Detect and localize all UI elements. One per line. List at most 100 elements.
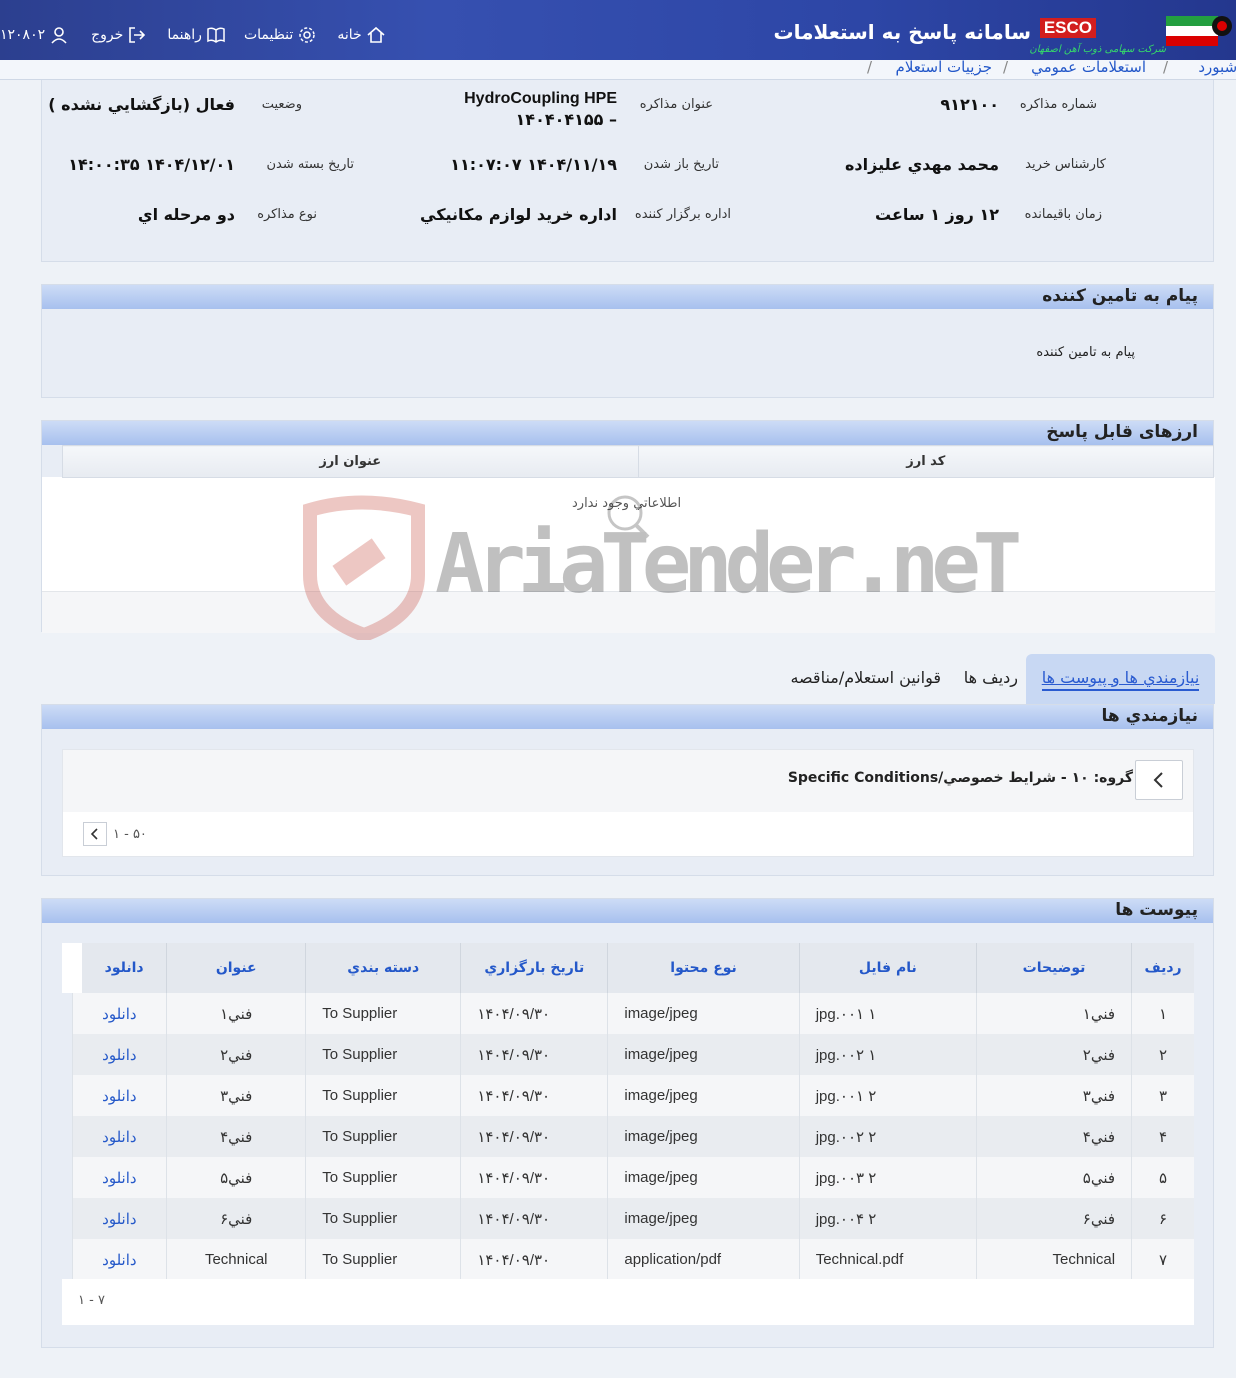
pager-range: ۱ - ۵۰: [113, 826, 147, 842]
cell-download-link[interactable]: دانلود: [71, 993, 167, 1034]
column-header-file-name[interactable]: نام فايل: [798, 943, 977, 993]
pager-range: ۱ - ۷: [78, 1293, 105, 1308]
value-negotiation-title: HydroCoupling HPE: [464, 90, 617, 107]
cell-download-link[interactable]: دانلود: [71, 1034, 167, 1075]
cell-row-number: ۷: [1131, 1239, 1194, 1280]
column-header-category[interactable]: دسته بندي: [305, 943, 461, 993]
tab-requirements-attachments[interactable]: نيازمندي ها و پيوست ها: [1026, 654, 1215, 704]
breadcrumb-inquiry-details[interactable]: جزييات استعلام: [896, 58, 992, 76]
table-row: ۱ فني۱ jpg.۰۰۱ ۱ image/jpeg ۱۴۰۴/۰۹/۳۰ To Sup…: [71, 993, 1194, 1034]
label-status: وضعيت: [261, 97, 302, 112]
cell-category: To Supplier: [305, 993, 461, 1034]
cell-content-type: application/pdf: [607, 1239, 800, 1280]
cell-download-link[interactable]: دانلود: [71, 1075, 167, 1116]
settings-link[interactable]: تنظیمات: [244, 25, 317, 45]
cell-row-number: ۶: [1131, 1198, 1194, 1239]
column-header-content-type[interactable]: نوع محتوا: [607, 943, 800, 993]
column-header-title[interactable]: عنوان: [166, 943, 306, 993]
column-header-currency-code[interactable]: کد ارز: [637, 445, 1215, 478]
cell-content-type: image/jpeg: [607, 1157, 800, 1198]
home-link[interactable]: خانه: [337, 25, 385, 45]
attachments-table-footer: ۱ - ۷: [62, 1279, 1194, 1325]
cell-download-link[interactable]: دانلود: [71, 1116, 167, 1157]
user-menu[interactable]: ۱۲۰۸۰۲: [0, 25, 69, 45]
gear-icon: [299, 27, 316, 43]
cell-category: To Supplier: [305, 1034, 461, 1075]
table-row: ۳ فني۳ jpg.۰۰۱ ۲ image/jpeg ۱۴۰۴/۰۹/۳۰ To Sup…: [71, 1075, 1194, 1116]
help-link[interactable]: راهنما: [167, 25, 226, 45]
tab-bar: نيازمندي ها و پيوست ها رديف ها قوانين اس…: [0, 654, 1215, 704]
help-label: راهنما: [167, 27, 202, 43]
home-icon: [367, 26, 385, 43]
table-row: ۴ فني۴ jpg.۰۰۲ ۲ image/jpeg ۱۴۰۴/۰۹/۳۰ To Sup…: [71, 1116, 1194, 1157]
column-header-download[interactable]: دانلود: [62, 943, 167, 993]
cell-title: فني۵: [166, 1157, 306, 1198]
label-open-date: تاريخ باز شدن: [643, 157, 719, 172]
label-negotiation-number: شماره مذاکره: [1019, 97, 1097, 112]
value-open-date: ۱۴۰۴/۱۱/۱۹ ۱۱:۰۷:۰۷: [450, 155, 617, 174]
cell-category: To Supplier: [305, 1239, 461, 1280]
brand-logo: ESCO: [1039, 18, 1096, 38]
cell-title: فني۶: [166, 1198, 306, 1239]
label-organizer: اداره برگزار کننده: [634, 207, 731, 222]
requirement-group-title: گروه: ۱۰ - شرايط خصوصي/Specific Conditio…: [787, 770, 1133, 786]
breadcrumb-dashboard[interactable]: داشبورد: [1198, 58, 1236, 76]
attachments-panel: پيوست ها رديف توضيحات نام فايل نوع محتوا…: [41, 898, 1214, 1348]
column-header-upload-date[interactable]: تاريخ بارگزاري: [460, 943, 608, 993]
cell-category: To Supplier: [305, 1198, 461, 1239]
column-header-row[interactable]: رديف: [1131, 943, 1194, 993]
system-title: سامانه پاسخ به استعلامات: [773, 20, 1032, 44]
cell-file-name: jpg.۰۰۱ ۲: [798, 1075, 977, 1116]
cell-download-link[interactable]: دانلود: [71, 1198, 167, 1239]
cell-upload-date: ۱۴۰۴/۰۹/۳۰: [460, 993, 608, 1034]
cell-category: To Supplier: [305, 1116, 461, 1157]
label-remaining-time: زمان باقيمانده: [1024, 207, 1102, 222]
table-row: ۶ فني۶ jpg.۰۰۴ ۲ image/jpeg ۱۴۰۴/۰۹/۳۰ To Sup…: [71, 1198, 1194, 1239]
logout-icon: [129, 27, 146, 43]
column-header-description[interactable]: توضيحات: [975, 943, 1132, 993]
cell-file-name: jpg.۰۰۲ ۲: [798, 1116, 977, 1157]
logout-label: خروج: [91, 27, 124, 43]
attachments-table: رديف توضيحات نام فايل نوع محتوا تاريخ با…: [62, 943, 1194, 1280]
cell-upload-date: ۱۴۰۴/۰۹/۳۰: [460, 1075, 608, 1116]
column-header-currency-title[interactable]: عنوان ارز: [62, 445, 639, 478]
cell-download-link[interactable]: دانلود: [71, 1239, 167, 1280]
cell-description: فني۱: [975, 993, 1132, 1034]
breadcrumb-public-inquiries[interactable]: استعلامات عمومي: [1031, 58, 1146, 76]
value-negotiation-title-code: – ۱۴۰۴۰۴۱۵۵: [515, 110, 617, 129]
tab-inquiry-rules[interactable]: قوانين استعلام/مناقصه: [790, 654, 941, 704]
value-buyer: محمد مهدي عليزاده: [844, 155, 999, 174]
panel-title: پيام به تامين کننده: [42, 285, 1213, 309]
tab-rows[interactable]: رديف ها: [964, 654, 1018, 704]
value-status: فعال (بازگشايي نشده ): [48, 95, 235, 114]
panel-title: ارزهای قابل پاسخ: [42, 421, 1213, 445]
home-label: خانه: [337, 27, 362, 43]
user-code: ۱۲۰۸۰۲: [0, 27, 46, 43]
label-close-date: تاريخ بسته شدن: [266, 157, 354, 172]
cell-content-type: image/jpeg: [607, 1116, 800, 1157]
label-negotiation-title: عنوان مذاکره: [639, 97, 713, 112]
cell-title: فني۲: [166, 1034, 306, 1075]
cell-row-number: ۵: [1131, 1157, 1194, 1198]
breadcrumb-separator: /: [1162, 58, 1168, 76]
cell-description: Technical: [975, 1239, 1132, 1280]
cell-download-link[interactable]: دانلود: [71, 1157, 167, 1198]
value-negotiation-type: دو مرحله اي: [137, 205, 235, 224]
currency-table-footer: [42, 591, 1215, 633]
cell-file-name: Technical.pdf: [798, 1239, 977, 1280]
chevron-left-icon: [90, 828, 98, 840]
chevron-left-icon: [1153, 772, 1163, 788]
cell-description: فني۳: [975, 1075, 1132, 1116]
supplier-message-text: پيام به تامين کننده: [1036, 345, 1135, 360]
cell-upload-date: ۱۴۰۴/۰۹/۳۰: [460, 1034, 608, 1075]
top-nav: ۱۲۰۸۰۲ خروج راهنما تنظیمات خانه: [0, 24, 386, 46]
pager-prev-button[interactable]: [83, 822, 107, 846]
cell-file-name: jpg.۰۰۴ ۲: [798, 1198, 977, 1239]
expand-group-button[interactable]: [1135, 760, 1183, 800]
currency-table: کد ارز عنوان ارز: [62, 445, 1215, 478]
empty-state-text: اطلاعاتي وجود ندارد: [572, 496, 682, 511]
cell-description: فني۴: [975, 1116, 1132, 1157]
top-header: ESCO شرکت سهامی ذوب آهن اصفهان سامانه پا…: [0, 0, 1236, 60]
requirements-panel: نيازمندي ها گروه: ۱۰ - شرايط خصوصي/Speci…: [41, 704, 1214, 876]
logout-link[interactable]: خروج: [91, 25, 147, 45]
